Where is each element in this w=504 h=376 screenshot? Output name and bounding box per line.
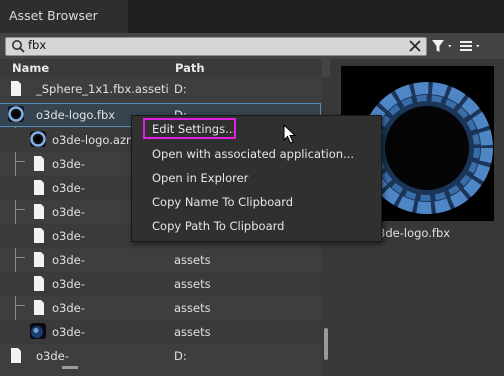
row-path: assets: [174, 301, 211, 315]
mouse-cursor-icon: [283, 124, 297, 144]
filter-button[interactable]: [430, 37, 456, 55]
table-row[interactable]: o3de- assets: [0, 320, 322, 344]
table-row[interactable]: o3de- D:: [0, 344, 322, 368]
menu-item-open-in-explorer[interactable]: Open in Explorer: [152, 171, 248, 185]
horizontal-scrollbar-thumb[interactable]: [62, 366, 78, 369]
row-name: o3de-: [52, 253, 85, 267]
file-icon: [34, 228, 44, 243]
row-name: o3de-: [36, 349, 69, 363]
row-path: assets: [174, 325, 211, 339]
table-row[interactable]: o3de- assets: [0, 272, 322, 296]
file-icon: [34, 300, 44, 315]
options-menu-button[interactable]: [458, 37, 484, 55]
file-icon: [11, 348, 21, 363]
row-path: assets: [174, 277, 211, 291]
column-header-name[interactable]: Name: [12, 61, 49, 75]
row-name: _Sphere_1x1.fbx.asseti: [36, 82, 169, 96]
menu-item-copy-name[interactable]: Copy Name To Clipboard: [152, 195, 293, 209]
table-row[interactable]: _Sphere_1x1.fbx.asseti D:: [0, 77, 322, 101]
row-name: o3de-: [52, 205, 85, 219]
row-name: o3de-: [52, 325, 85, 339]
menu-item-open-with-associated-application[interactable]: Open with associated application...: [152, 147, 354, 161]
search-icon: [12, 40, 25, 53]
row-name: o3de-: [52, 157, 85, 171]
preview-label: o3de-logo.fbx: [371, 226, 451, 240]
row-name: o3de-: [52, 301, 85, 315]
column-header-path[interactable]: Path: [175, 61, 205, 75]
highlight-box: [143, 118, 236, 139]
table-row[interactable]: o3de- assets: [0, 248, 322, 272]
logo-thumbnail-icon: [8, 106, 24, 122]
file-icon: [34, 180, 44, 195]
file-icon: [34, 156, 44, 171]
scrollbar-thumb[interactable]: [324, 328, 328, 360]
file-icon: [11, 81, 21, 96]
table-row[interactable]: o3de- assets: [0, 296, 322, 320]
material-thumbnail-icon: [30, 323, 46, 339]
row-name: o3de-: [52, 277, 85, 291]
row-path: D:: [174, 349, 187, 363]
row-name: o3de-logo.azm: [52, 133, 138, 147]
logo-thumbnail-icon: [30, 131, 46, 147]
panel-title: Asset Browser: [9, 8, 98, 23]
row-name: o3de-: [52, 229, 85, 243]
file-icon: [34, 252, 44, 267]
search-input[interactable]: [28, 37, 408, 54]
row-path: D:: [174, 82, 187, 96]
clear-search-icon[interactable]: [408, 39, 422, 53]
file-icon: [34, 276, 44, 291]
row-name: o3de-logo.fbx: [36, 108, 116, 122]
menu-item-copy-path[interactable]: Copy Path To Clipboard: [152, 219, 284, 233]
file-icon: [34, 204, 44, 219]
row-name: o3de-: [52, 181, 85, 195]
row-path: assets: [174, 253, 211, 267]
